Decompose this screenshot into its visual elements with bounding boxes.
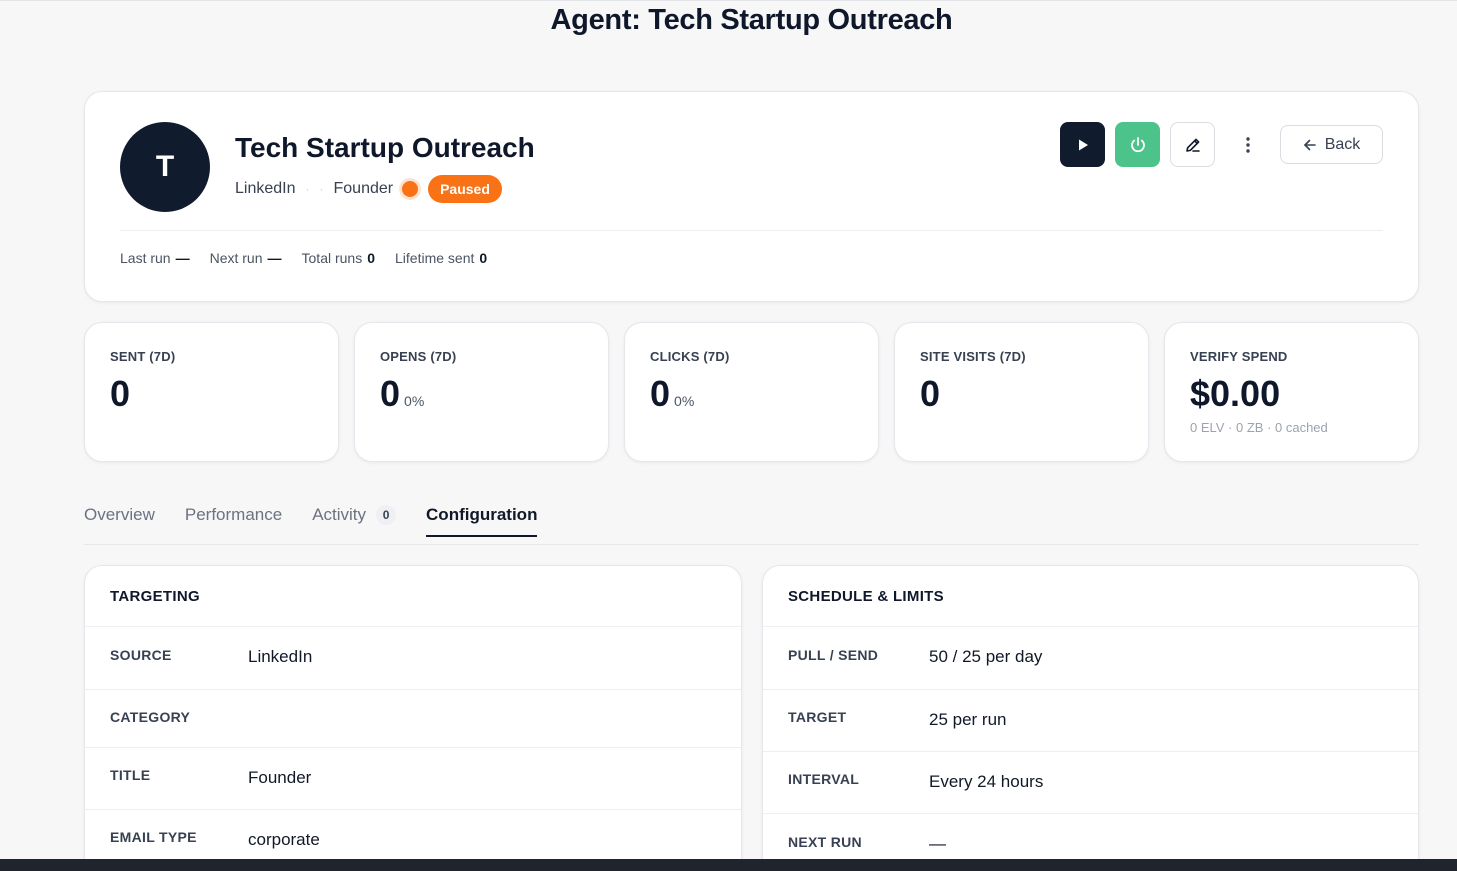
tab-underline-divider: [84, 544, 1419, 545]
config-value: Founder: [248, 768, 312, 787]
tab-performance[interactable]: Performance: [185, 505, 282, 535]
power-icon: [1130, 136, 1145, 152]
next-run-label: Next run: [209, 250, 263, 266]
tab-count-badge: 0: [376, 505, 397, 525]
panel-title: TARGETING: [110, 588, 200, 605]
last-run-stat: Last run —: [120, 250, 190, 266]
metric-value: $0.00: [1190, 373, 1280, 415]
config-row-pull-send: PULL / SEND 50 / 25 per day: [763, 626, 1418, 689]
status-dot-icon: [402, 181, 419, 197]
metric-value: 0: [110, 373, 130, 415]
metric-card-site-visits: SITE VISITS (7D) 0: [894, 322, 1149, 462]
agent-source: LinkedIn: [235, 180, 296, 197]
metric-card-verify-spend: VERIFY SPEND $0.00 0 ELV · 0 ZB · 0 cach…: [1164, 322, 1419, 462]
back-button[interactable]: Back: [1280, 125, 1383, 164]
metric-label: CLICKS (7D): [650, 349, 730, 364]
play-icon: [1078, 139, 1088, 150]
edit-button[interactable]: [1170, 122, 1215, 167]
agent-header-card: T Tech Startup Outreach LinkedIn · · Fou…: [84, 91, 1419, 302]
divider: [120, 230, 1383, 231]
config-key: TITLE: [110, 767, 151, 783]
metric-label: SITE VISITS (7D): [920, 349, 1026, 364]
config-row-interval: INTERVAL Every 24 hours: [763, 751, 1418, 813]
config-key: EMAIL TYPE: [110, 829, 197, 845]
config-value: Every 24 hours: [929, 772, 1044, 791]
pencil-icon: [1185, 138, 1200, 152]
metric-percent: 0%: [404, 393, 425, 409]
metric-card-clicks: CLICKS (7D) 0 0%: [624, 322, 879, 462]
window-top-border: [0, 0, 1457, 1]
config-value: LinkedIn: [248, 647, 313, 666]
metric-label: VERIFY SPEND: [1190, 349, 1288, 364]
tab-label: Performance: [184, 505, 283, 524]
config-row-target: TARGET 25 per run: [763, 689, 1418, 751]
tab-label: Overview: [84, 505, 155, 524]
metric-value: 0 0%: [380, 373, 424, 415]
agent-title: Founder: [333, 180, 394, 197]
config-row-title: TITLE Founder: [85, 747, 741, 809]
back-button-label: Back: [1324, 135, 1361, 153]
metric-label: OPENS (7D): [380, 349, 457, 364]
config-key: SOURCE: [110, 647, 172, 663]
metric-card-sent: SENT (7D) 0: [84, 322, 339, 462]
tab-label: Configuration: [426, 505, 538, 524]
metric-number: 0: [110, 373, 131, 414]
metric-percent: 0%: [674, 393, 695, 409]
config-key: TARGET: [788, 709, 847, 725]
tab-label: Activity: [312, 505, 367, 524]
config-value: 50 / 25 per day: [929, 647, 1043, 666]
taskbar: [0, 859, 1457, 871]
metric-number: $0.00: [1190, 373, 1281, 414]
next-run-stat: Next run —: [210, 250, 282, 266]
metric-number: 0: [650, 373, 671, 414]
config-value: corporate: [248, 830, 320, 849]
metric-sub: 0 ELV · 0 ZB · 0 cached: [1190, 420, 1328, 435]
separator-dot: ·: [305, 182, 310, 196]
total-runs-label: Total runs: [301, 250, 363, 266]
last-run-value: —: [175, 250, 190, 266]
lifetime-sent-value: 0: [479, 250, 488, 266]
run-button[interactable]: [1060, 122, 1105, 167]
tab-activity[interactable]: Activity 0: [312, 505, 397, 535]
config-row-category: CATEGORY: [85, 689, 741, 747]
next-run-value: —: [267, 250, 282, 266]
lifetime-sent-stat: Lifetime sent 0: [395, 250, 487, 266]
config-key: PULL / SEND: [788, 647, 879, 663]
metric-card-opens: OPENS (7D) 0 0%: [354, 322, 609, 462]
power-toggle-button[interactable]: [1115, 122, 1160, 167]
metric-number: 0: [920, 373, 941, 414]
total-runs-value: 0: [367, 250, 376, 266]
metric-number: 0: [380, 373, 401, 414]
schedule-panel: SCHEDULE & LIMITS PULL / SEND 50 / 25 pe…: [762, 565, 1419, 871]
metric-value: 0: [920, 373, 940, 415]
metric-label: SENT (7D): [110, 349, 176, 364]
tab-overview[interactable]: Overview: [84, 505, 155, 535]
avatar: T: [120, 122, 210, 212]
separator-dot: ·: [319, 182, 324, 196]
tab-configuration[interactable]: Configuration: [426, 505, 538, 537]
schedule-rows: PULL / SEND 50 / 25 per day TARGET 25 pe…: [763, 626, 1418, 871]
targeting-rows: SOURCE LinkedIn CATEGORY TITLE Founder E…: [85, 626, 741, 871]
config-key: INTERVAL: [788, 771, 860, 787]
targeting-panel: TARGETING SOURCE LinkedIn CATEGORY TITLE…: [84, 565, 742, 871]
run-stats: Last run — Next run — Total runs 0 Lifetime…: [120, 250, 487, 266]
last-run-label: Last run: [120, 250, 171, 266]
more-options-button[interactable]: [1225, 122, 1270, 167]
config-key: NEXT RUN: [788, 834, 862, 850]
arrow-left-icon: [1303, 139, 1316, 150]
tab-bar: Overview Performance Activity 0 Configura…: [84, 505, 538, 537]
config-value: —: [929, 834, 946, 853]
config-value: 25 per run: [929, 710, 1007, 729]
page-title: Agent: Tech Startup Outreach: [550, 4, 953, 36]
panel-title: SCHEDULE & LIMITS: [788, 588, 944, 605]
metric-value: 0 0%: [650, 373, 694, 415]
config-key: CATEGORY: [110, 709, 191, 725]
total-runs-stat: Total runs 0: [302, 250, 376, 266]
lifetime-sent-label: Lifetime sent: [395, 250, 475, 266]
status-badge: Paused: [428, 175, 502, 203]
agent-name: Tech Startup Outreach: [235, 132, 535, 163]
agent-meta: LinkedIn · · Founder Paused: [235, 174, 502, 204]
config-row-source: SOURCE LinkedIn: [85, 626, 741, 689]
more-vertical-icon: [1245, 136, 1250, 153]
